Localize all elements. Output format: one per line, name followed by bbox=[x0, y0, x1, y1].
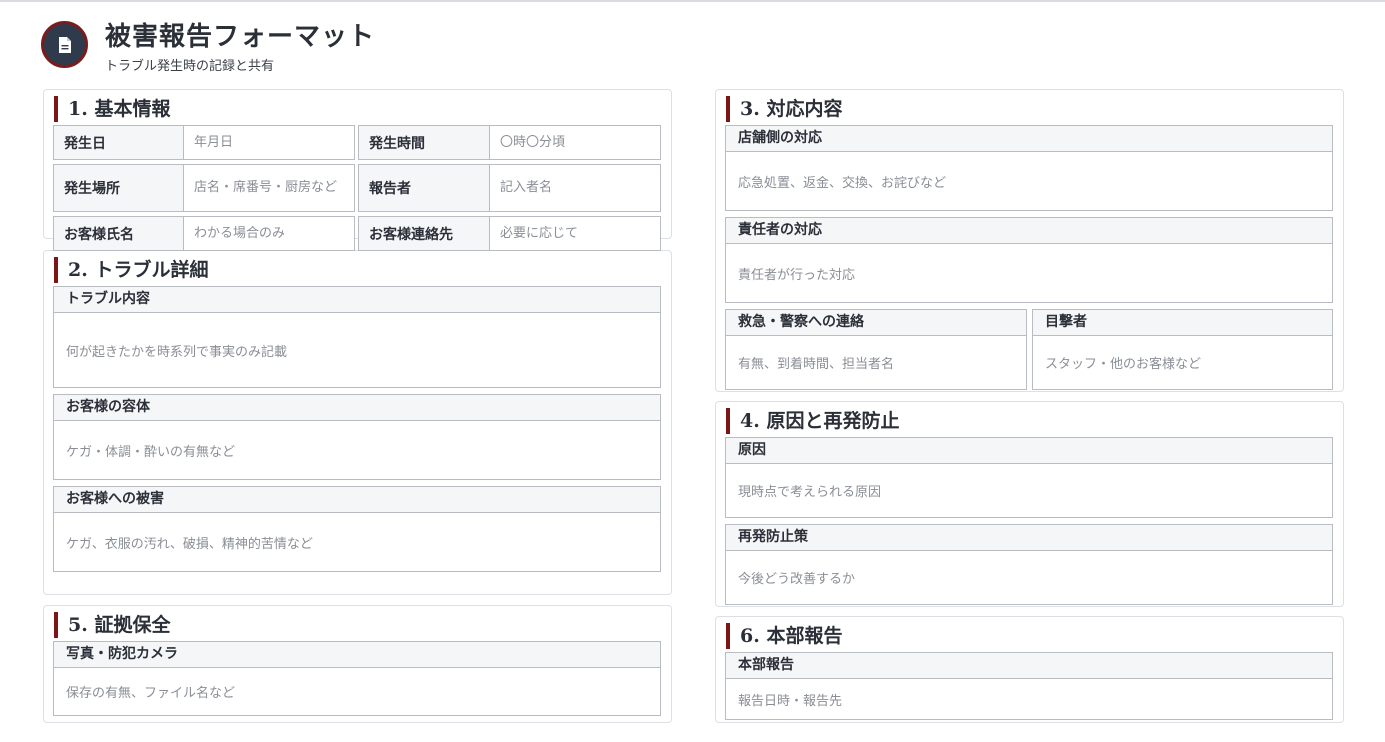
field-reporter[interactable]: 記入者名 bbox=[489, 164, 661, 212]
document-icon bbox=[41, 21, 88, 68]
section-title: 4. 原因と再発防止 bbox=[726, 408, 899, 434]
field-occurrence-date[interactable]: 年月日 bbox=[183, 125, 355, 160]
field-store-response[interactable]: 店舗側の対応 応急処置、返金、交換、お詫びなど bbox=[725, 125, 1333, 211]
field-value: 保存の有無、ファイル名など bbox=[66, 686, 236, 701]
page-title: 被害報告フォーマット bbox=[105, 22, 376, 52]
section-title: 5. 証拠保全 bbox=[54, 612, 170, 638]
field-value: 何が起きたかを時系列で事実のみ記載 bbox=[66, 344, 288, 360]
field-value: 責任者が行った対応 bbox=[738, 267, 856, 283]
field-location[interactable]: 店名・席番号・厨房など bbox=[183, 164, 355, 212]
label-occurrence-time: 発生時間 bbox=[358, 125, 490, 160]
field-photo-camera[interactable]: 写真・防犯カメラ 保存の有無、ファイル名など bbox=[53, 641, 661, 716]
field-label: 責任者の対応 bbox=[726, 218, 1332, 244]
top-divider bbox=[0, 0, 1385, 2]
field-trouble-content[interactable]: トラブル内容 何が起きたかを時系列で事実のみ記載 bbox=[53, 286, 661, 388]
field-customer-condition[interactable]: お客様の容体 ケガ・体調・酔いの有無など bbox=[53, 394, 661, 480]
section-title: 6. 本部報告 bbox=[726, 623, 842, 649]
field-value: 報告日時・報告先 bbox=[738, 693, 843, 709]
field-customer-damage[interactable]: お客様への被害 ケガ、衣服の汚れ、破損、精神的苦情など bbox=[53, 486, 661, 572]
label-location: 発生場所 bbox=[53, 164, 184, 212]
label-customer-contact: お客様連絡先 bbox=[358, 216, 490, 251]
field-emergency-contact[interactable]: 救急・警察への連絡 有無、到着時間、担当者名 bbox=[725, 309, 1027, 390]
field-value: 今後どう改善するか bbox=[738, 572, 856, 587]
field-value: ケガ、衣服の汚れ、破損、精神的苦情など bbox=[66, 536, 313, 552]
field-label: トラブル内容 bbox=[54, 287, 660, 313]
field-label: 目撃者 bbox=[1033, 310, 1332, 336]
field-occurrence-time[interactable]: 〇時〇分頃 bbox=[489, 125, 661, 160]
field-value: スタッフ・他のお客様など bbox=[1045, 357, 1202, 372]
field-customer-name[interactable]: わかる場合のみ bbox=[183, 216, 355, 251]
field-witness[interactable]: 目撃者 スタッフ・他のお客様など bbox=[1032, 309, 1333, 390]
field-label: お客様への被害 bbox=[54, 487, 660, 513]
page-header: 被害報告フォーマット トラブル発生時の記録と共有 bbox=[41, 16, 641, 76]
field-value: 有無、到着時間、担当者名 bbox=[738, 357, 895, 372]
field-value: ケガ・体調・酔いの有無など bbox=[66, 444, 236, 460]
field-label: 店舗側の対応 bbox=[726, 126, 1332, 152]
field-customer-contact[interactable]: 必要に応じて bbox=[489, 216, 661, 251]
field-label: 本部報告 bbox=[726, 653, 1332, 679]
field-label: 写真・防犯カメラ bbox=[54, 642, 660, 668]
field-hq-report[interactable]: 本部報告 報告日時・報告先 bbox=[725, 652, 1333, 720]
field-prevention[interactable]: 再発防止策 今後どう改善するか bbox=[725, 524, 1333, 605]
section-title: 3. 対応内容 bbox=[726, 96, 842, 122]
label-occurrence-date: 発生日 bbox=[53, 125, 184, 160]
field-value: 応急処置、返金、交換、お詫びなど bbox=[738, 175, 947, 191]
label-reporter: 報告者 bbox=[358, 164, 490, 212]
field-cause[interactable]: 原因 現時点で考えられる原因 bbox=[725, 437, 1333, 518]
field-label: 原因 bbox=[726, 438, 1332, 464]
section-title: 2. トラブル詳細 bbox=[54, 257, 208, 283]
field-manager-response[interactable]: 責任者の対応 責任者が行った対応 bbox=[725, 217, 1333, 303]
field-value: 現時点で考えられる原因 bbox=[738, 485, 882, 500]
section-title: 1. 基本情報 bbox=[54, 96, 170, 122]
field-label: お客様の容体 bbox=[54, 395, 660, 421]
page-subtitle: トラブル発生時の記録と共有 bbox=[105, 59, 275, 74]
label-customer-name: お客様氏名 bbox=[53, 216, 184, 251]
field-label: 救急・警察への連絡 bbox=[726, 310, 1026, 336]
field-label: 再発防止策 bbox=[726, 525, 1332, 551]
